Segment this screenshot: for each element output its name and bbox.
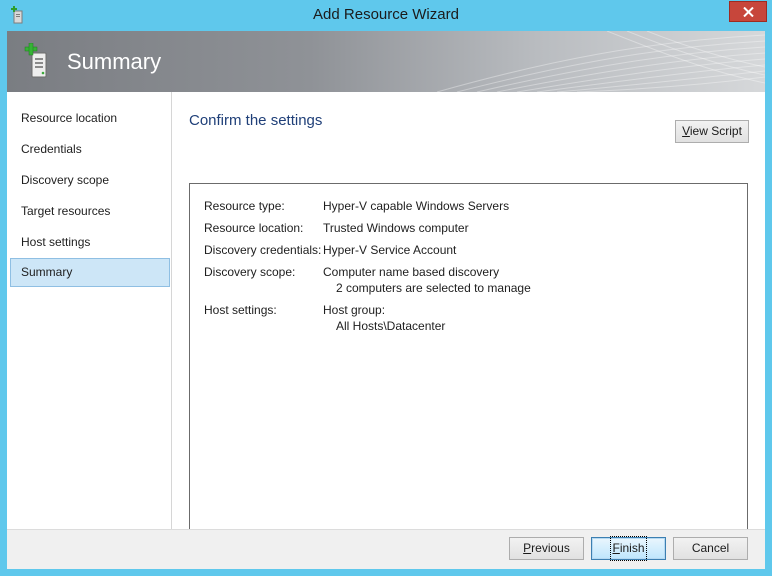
section-title: Confirm the settings <box>189 112 323 129</box>
summary-label: Discovery scope: <box>204 265 296 279</box>
page-title: Summary <box>67 49 162 74</box>
wizard-main: Confirm the settings View Script Resourc… <box>173 92 765 531</box>
summary-label: Host settings: <box>204 303 277 317</box>
wizard-client: Summary Resource location Credentials Di… <box>7 31 765 569</box>
finish-label: Finish <box>610 536 647 561</box>
wizard-window: Add Resource Wizard Summary Resource loc… <box>0 0 772 576</box>
nav-item-resource-location[interactable]: Resource location <box>10 104 170 133</box>
previous-button[interactable]: Previous <box>509 537 584 560</box>
summary-detail: All Hosts\Datacenter <box>336 319 446 333</box>
view-script-button[interactable]: View Script <box>675 120 749 143</box>
wizard-nav: Resource location Credentials Discovery … <box>7 92 172 529</box>
summary-value: Hyper-V Service Account <box>323 243 457 257</box>
summary-value: Host group: <box>323 303 386 317</box>
nav-item-discovery-scope[interactable]: Discovery scope <box>10 166 170 195</box>
cancel-button[interactable]: Cancel <box>673 537 748 560</box>
summary-value: Hyper-V capable Windows Servers <box>323 199 510 213</box>
server-add-icon <box>24 42 52 79</box>
finish-button[interactable]: Finish <box>591 536 666 561</box>
view-script-label: View Script <box>682 124 742 138</box>
summary-value: Trusted Windows computer <box>323 221 469 235</box>
summary-box: Resource type: Hyper-V capable Windows S… <box>189 183 748 531</box>
nav-item-host-settings[interactable]: Host settings <box>10 228 170 257</box>
summary-value: Computer name based discovery <box>323 265 500 279</box>
title-bar[interactable]: Add Resource Wizard <box>0 0 772 32</box>
summary-label: Resource location: <box>204 221 304 235</box>
close-icon <box>743 7 754 17</box>
nav-item-summary[interactable]: Summary <box>10 258 170 287</box>
close-button[interactable] <box>729 1 767 22</box>
wizard-footer: Previous Finish Cancel <box>7 529 765 569</box>
window-title: Add Resource Wizard <box>313 6 459 23</box>
wizard-banner: Summary <box>7 31 765 92</box>
previous-label: Previous <box>523 541 570 555</box>
nav-item-credentials[interactable]: Credentials <box>10 135 170 164</box>
nav-item-target-resources[interactable]: Target resources <box>10 197 170 226</box>
summary-detail: 2 computers are selected to manage <box>336 281 531 295</box>
summary-label: Resource type: <box>204 199 285 213</box>
summary-label: Discovery credentials: <box>204 243 322 257</box>
